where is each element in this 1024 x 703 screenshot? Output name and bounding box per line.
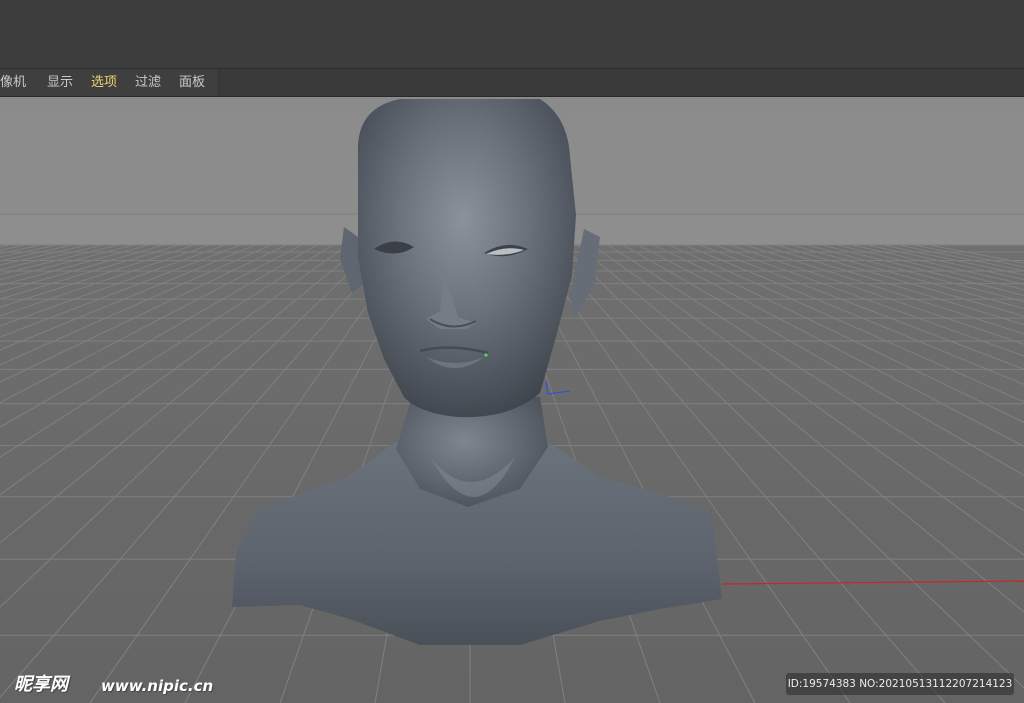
title-toolbar-area (0, 0, 1024, 69)
viewport-menu-bar: 摄像机 显示 选项 过滤 面板 (0, 69, 1024, 97)
viewport-menu-group: 摄像机 显示 选项 过滤 面板 (0, 69, 219, 96)
watermark-site-url: www.nipic.cn (101, 677, 214, 695)
viewport-canvas (0, 97, 1024, 703)
menu-display[interactable]: 显示 (47, 74, 73, 91)
menu-filter[interactable]: 过滤 (135, 74, 161, 91)
3d-viewport[interactable] (0, 97, 1024, 703)
bust-head (358, 99, 576, 418)
watermark-logo: 昵享网 (14, 674, 68, 695)
watermark-id-badge: ID:19574383 NO:20210513112207214123 (786, 673, 1014, 695)
menu-options[interactable]: 选项 (91, 74, 117, 91)
vertex-marker (484, 353, 488, 357)
menu-panel[interactable]: 面板 (179, 74, 205, 91)
menu-camera[interactable]: 摄像机 (0, 74, 26, 91)
